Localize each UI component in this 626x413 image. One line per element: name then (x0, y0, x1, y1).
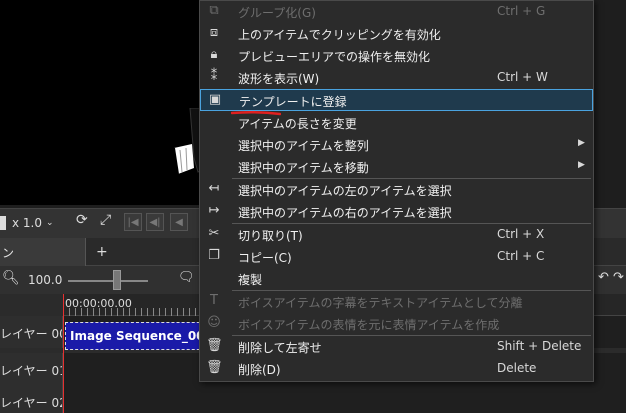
group-icon: ⧉ (209, 3, 219, 18)
menu-item-split-subtitle[interactable]: T ボイスアイテムの字幕をテキストアイテムとして分離 (200, 291, 593, 313)
menu-item-label: ボイスアイテムの表情を元に表情アイテムを作成 (238, 318, 500, 332)
timeline-zoom-value: 100.0 (28, 273, 63, 287)
trash-icon: 🗑︎ (206, 360, 223, 375)
menu-item-label: 波形を表示(W) (238, 72, 320, 86)
menu-item-delete-shift[interactable]: 🗑︎ 削除して左寄せ Shift + Delete (200, 336, 593, 358)
menu-item-shortcut: Ctrl + W (497, 70, 548, 84)
menu-item-shortcut: Ctrl + C (497, 249, 545, 263)
menu-item-move-selected[interactable]: 選択中のアイテムを移動 ▶ (200, 156, 593, 178)
menu-item-shortcut: Delete (497, 361, 537, 375)
chevron-down-icon: ⌄ (46, 218, 54, 228)
stop-icon[interactable] (0, 216, 6, 230)
menu-item-label: 上のアイテムでクリッピングを有効化 (238, 28, 441, 42)
face-icon: ☺ (207, 315, 221, 330)
annotation-underline (231, 110, 281, 116)
comment-icon[interactable]: 🗨︎ (178, 270, 195, 285)
menu-item-label: 選択中のアイテムを整列 (238, 139, 369, 153)
add-tab-button[interactable]: + (96, 244, 108, 260)
menu-item-label: プレビューエリアでの操作を無効化 (238, 50, 431, 64)
submenu-arrow-icon: ▶ (578, 160, 585, 170)
go-start-icon[interactable]: |◀ (124, 213, 142, 231)
menu-item-label: アイテムの長さを変更 (238, 117, 357, 131)
waveform-icon: ⁑ (210, 69, 218, 84)
search-icon: 🔍︎ (2, 270, 20, 286)
select-right-icon: ↦ (208, 203, 220, 218)
menu-item-shortcut: Ctrl + G (497, 4, 546, 18)
menu-item-disable-preview-ops[interactable]: 🔒︎ プレビューエリアでの操作を無効化 (200, 45, 593, 67)
clip-label: Image Sequence_000_01 (70, 329, 214, 343)
menu-item-label: テンプレートに登録 (239, 95, 347, 109)
menu-item-align-selected[interactable]: 選択中のアイテムを整列 ▶ (200, 134, 593, 156)
preview-zoom-value: x 1.0 (12, 216, 42, 230)
menu-item-show-waveform[interactable]: ⁑ 波形を表示(W) Ctrl + W (200, 67, 593, 89)
menu-item-cut[interactable]: ✂ 切り取り(T) Ctrl + X (200, 224, 593, 246)
menu-item-group[interactable]: ⧉ グループ化(G) Ctrl + G (200, 1, 593, 23)
menu-item-copy[interactable]: ❐ コピー(C) Ctrl + C (200, 246, 593, 268)
lock-icon: 🔒︎ (210, 47, 218, 62)
scene-tab-label: ン (2, 246, 15, 260)
menu-item-label: 選択中のアイテムの右のアイテムを選択 (238, 206, 452, 220)
layer-name[interactable]: レイヤー 02 (0, 385, 63, 413)
menu-item-register-template[interactable]: ▣ テンプレートに登録 (200, 89, 593, 111)
menu-item-label: 選択中のアイテムの左のアイテムを選択 (238, 184, 452, 198)
clipping-icon: ⧈ (209, 25, 219, 40)
menu-item-shortcut: Ctrl + X (497, 227, 545, 241)
scene-tab[interactable]: ン (0, 238, 86, 266)
menu-item-label: ボイスアイテムの字幕をテキストアイテムとして分離 (238, 296, 523, 310)
layer-name[interactable]: レイヤー 01 (0, 353, 63, 385)
layer-track[interactable] (63, 385, 626, 413)
menu-item-duplicate[interactable]: 複製 (200, 268, 593, 290)
layer-row[interactable]: レイヤー 02 (0, 385, 626, 413)
select-left-icon: ↤ (208, 181, 220, 196)
menu-item-select-right[interactable]: ↦ 選択中のアイテムの右のアイテムを選択 (200, 201, 593, 223)
text-icon: T (210, 293, 218, 308)
menu-item-label: コピー(C) (238, 251, 292, 265)
context-menu: ⧉ グループ化(G) Ctrl + G ⧈ 上のアイテムでクリッピングを有効化 … (199, 0, 594, 382)
timeline-clip[interactable]: Image Sequence_000_01 (65, 322, 215, 350)
play-back-icon[interactable]: ◀ (170, 213, 188, 231)
menu-item-label: 削除(D) (238, 363, 281, 377)
menu-item-label: 切り取り(T) (238, 229, 303, 243)
menu-item-enable-clipping[interactable]: ⧈ 上のアイテムでクリッピングを有効化 (200, 23, 593, 45)
menu-item-shortcut: Shift + Delete (497, 339, 582, 353)
rotate-icon[interactable]: ⟳ (76, 212, 88, 228)
copy-icon: ❐ (208, 248, 220, 263)
timeline-zoom-track[interactable] (68, 280, 148, 282)
resize-icon[interactable]: ⤢ (100, 212, 111, 228)
menu-item-label: 複製 (238, 273, 263, 287)
menu-item-create-expression[interactable]: ☺ ボイスアイテムの表情を元に表情アイテムを作成 (200, 313, 593, 335)
menu-item-label: グループ化(G) (238, 6, 316, 20)
menu-item-label: 削除して左寄せ (238, 341, 322, 355)
submenu-arrow-icon: ▶ (578, 138, 585, 148)
menu-item-delete[interactable]: 🗑︎ 削除(D) Delete (200, 358, 593, 380)
template-icon: ▣ (208, 92, 222, 107)
delete-shift-icon: 🗑︎ (206, 338, 223, 353)
menu-item-label: 選択中のアイテムを移動 (238, 161, 369, 175)
timeline-zoom-thumb[interactable] (113, 270, 121, 290)
playhead[interactable] (63, 294, 64, 413)
cut-icon: ✂ (208, 226, 220, 241)
menu-item-select-left[interactable]: ↤ 選択中のアイテムの左のアイテムを選択 (200, 179, 593, 201)
prev-frame-icon[interactable]: ◀| (146, 213, 164, 231)
layer-name[interactable]: レイヤー 00 (0, 316, 63, 348)
preview-zoom-select[interactable]: x 1.0 ⌄ (12, 214, 68, 232)
undo-icon[interactable]: ↶ ↷ (598, 270, 624, 285)
